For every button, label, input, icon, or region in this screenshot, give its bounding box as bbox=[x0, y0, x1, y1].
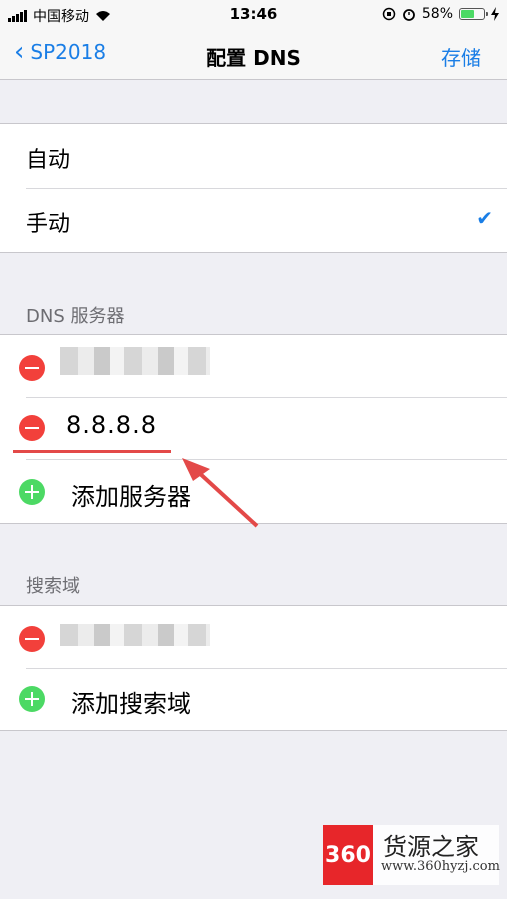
add-search-domain-label: 添加搜索域 bbox=[71, 690, 191, 718]
delete-icon[interactable] bbox=[19, 355, 45, 381]
battery-percent: 58% bbox=[421, 6, 453, 22]
search-section-header: 搜索域 bbox=[26, 576, 80, 597]
battery-icon bbox=[459, 8, 488, 20]
search-domain-row[interactable] bbox=[0, 606, 507, 668]
dns-section-header: DNS 服务器 bbox=[26, 306, 125, 327]
watermark-logo: 360 bbox=[323, 825, 373, 885]
status-right: 58% bbox=[382, 6, 499, 22]
option-label: 手动 bbox=[26, 212, 71, 237]
status-bar: 中国移动 13:46 58% bbox=[0, 0, 507, 30]
page-title: 配置 DNS bbox=[206, 46, 301, 70]
rotation-lock-icon bbox=[382, 7, 396, 21]
redacted-domain-value bbox=[60, 624, 210, 646]
add-icon[interactable] bbox=[19, 686, 45, 712]
watermark: 360 货源之家 www.360hyzj.com bbox=[323, 825, 500, 885]
option-manual[interactable]: 手动 ✔ bbox=[0, 188, 507, 252]
dns-server-value[interactable]: 8.8.8.8 bbox=[66, 411, 157, 439]
navigation-bar: ‹ SP2018 配置 DNS 存储 bbox=[0, 30, 507, 80]
watermark-title: 货源之家 bbox=[383, 833, 479, 861]
redacted-server-value bbox=[60, 347, 210, 375]
save-button[interactable]: 存储 bbox=[441, 42, 481, 71]
config-mode-group: 自动 手动 ✔ bbox=[0, 123, 507, 253]
add-server-label: 添加服务器 bbox=[71, 483, 191, 511]
add-server-row[interactable]: 添加服务器 bbox=[0, 459, 507, 523]
delete-icon[interactable] bbox=[19, 626, 45, 652]
add-icon[interactable] bbox=[19, 479, 45, 505]
delete-icon[interactable] bbox=[19, 415, 45, 441]
dns-server-group: 8.8.8.8 添加服务器 bbox=[0, 334, 507, 524]
alarm-icon bbox=[402, 9, 415, 21]
annotation-underline bbox=[13, 450, 171, 453]
option-auto[interactable]: 自动 bbox=[0, 124, 507, 188]
watermark-url: www.360hyzj.com bbox=[381, 859, 500, 874]
add-search-domain-row[interactable]: 添加搜索域 bbox=[0, 668, 507, 730]
charging-icon bbox=[491, 7, 499, 21]
checkmark-icon: ✔ bbox=[476, 206, 493, 230]
search-domain-group: 添加搜索域 bbox=[0, 605, 507, 731]
option-label: 自动 bbox=[26, 148, 71, 173]
dns-server-row[interactable] bbox=[0, 335, 507, 397]
